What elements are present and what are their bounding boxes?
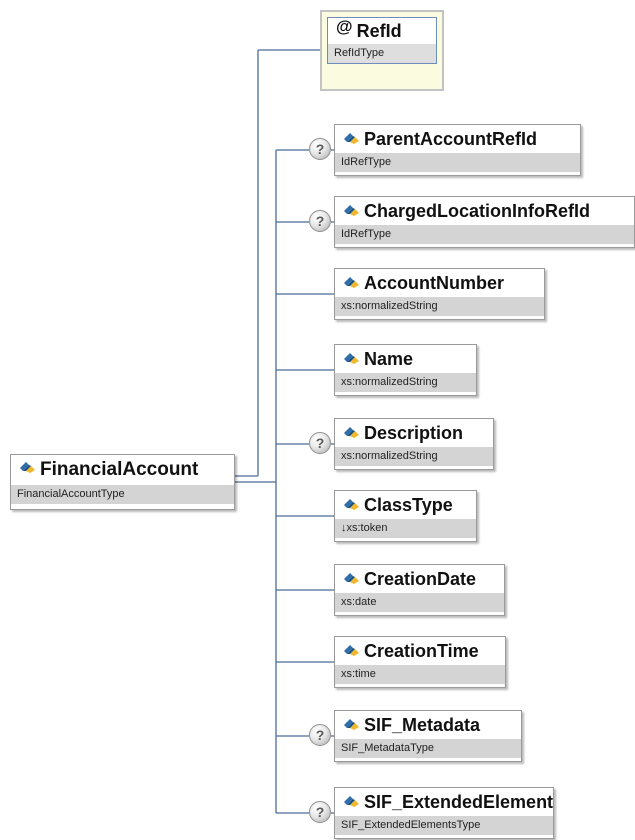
element-name: AccountNumber xyxy=(364,273,505,293)
element-title: Description xyxy=(335,419,493,447)
element-icon xyxy=(343,718,360,731)
optional-badge-icon: ? xyxy=(309,724,331,746)
root-element-title: FinancialAccount xyxy=(11,455,234,485)
optional-badge-icon: ? xyxy=(309,432,331,454)
attribute-type: RefIdType xyxy=(328,44,436,63)
attribute-icon: @ xyxy=(336,18,353,36)
element-box-creationdate[interactable]: CreationDate xs:date xyxy=(334,564,505,616)
attribute-inner: @ RefId RefIdType xyxy=(327,17,437,64)
element-title: ClassType xyxy=(335,491,476,519)
element-name: CreationDate xyxy=(364,569,477,589)
optional-badge-icon: ? xyxy=(309,138,331,160)
element-title: AccountNumber xyxy=(335,269,544,297)
element-type: IdRefType xyxy=(335,153,580,172)
element-title: Name xyxy=(335,345,476,373)
element-box-accountnumber[interactable]: AccountNumber xs:normalizedString xyxy=(334,268,545,320)
element-name: ChargedLocationInfoRefId xyxy=(364,201,590,221)
attribute-box[interactable]: @ RefId RefIdType xyxy=(320,10,444,91)
element-name: Description xyxy=(364,423,464,443)
element-icon xyxy=(343,426,360,439)
element-name: CreationTime xyxy=(364,641,479,661)
optional-badge-icon: ? xyxy=(309,210,331,232)
attribute-title: @ RefId xyxy=(328,18,436,44)
element-type: xs:normalizedString xyxy=(335,447,493,466)
element-box-name[interactable]: Name xs:normalizedString xyxy=(334,344,477,396)
element-icon xyxy=(343,795,360,808)
element-type: IdRefType xyxy=(335,225,634,244)
element-type: xs:normalizedString xyxy=(335,297,544,316)
element-box-creationtime[interactable]: CreationTime xs:time xyxy=(334,636,506,688)
element-icon xyxy=(343,498,360,511)
element-name: Name xyxy=(364,349,414,369)
optional-badge-icon: ? xyxy=(309,801,331,823)
element-type: SIF_ExtendedElementsType xyxy=(335,816,553,835)
attribute-name: RefId xyxy=(356,21,402,41)
element-title: CreationDate xyxy=(335,565,504,593)
element-icon xyxy=(343,132,360,145)
element-icon xyxy=(343,644,360,657)
root-element-box[interactable]: FinancialAccount FinancialAccountType xyxy=(10,454,235,510)
element-name: ClassType xyxy=(364,495,453,515)
element-name: ParentAccountRefId xyxy=(364,129,538,149)
element-title: SIF_ExtendedElements xyxy=(335,788,553,816)
element-box-classtype[interactable]: ClassType ↓xs:token xyxy=(334,490,477,542)
element-type: SIF_MetadataType xyxy=(335,739,521,758)
root-element-name: FinancialAccount xyxy=(40,459,199,480)
element-icon xyxy=(19,461,36,474)
element-box-description[interactable]: Description xs:normalizedString xyxy=(334,418,494,470)
element-box-parentaccountrefid[interactable]: ParentAccountRefId IdRefType xyxy=(334,124,581,176)
element-title: ParentAccountRefId xyxy=(335,125,580,153)
element-title: SIF_Metadata xyxy=(335,711,521,739)
element-title: ChargedLocationInfoRefId xyxy=(335,197,634,225)
element-name: SIF_ExtendedElements xyxy=(364,792,553,812)
element-title: CreationTime xyxy=(335,637,505,665)
element-icon xyxy=(343,204,360,217)
element-type: xs:time xyxy=(335,665,505,684)
element-box-chargedlocationinforefid[interactable]: ChargedLocationInfoRefId IdRefType xyxy=(334,196,635,248)
root-element-type: FinancialAccountType xyxy=(11,485,234,504)
element-type: ↓xs:token xyxy=(335,519,476,538)
element-name: SIF_Metadata xyxy=(364,715,481,735)
element-type: xs:normalizedString xyxy=(335,373,476,392)
element-icon xyxy=(343,352,360,365)
element-icon xyxy=(343,276,360,289)
element-box-sif-metadata[interactable]: SIF_Metadata SIF_MetadataType xyxy=(334,710,522,762)
element-type: xs:date xyxy=(335,593,504,612)
element-icon xyxy=(343,572,360,585)
element-box-sif-extendedelements[interactable]: SIF_ExtendedElements SIF_ExtendedElements… xyxy=(334,787,554,839)
